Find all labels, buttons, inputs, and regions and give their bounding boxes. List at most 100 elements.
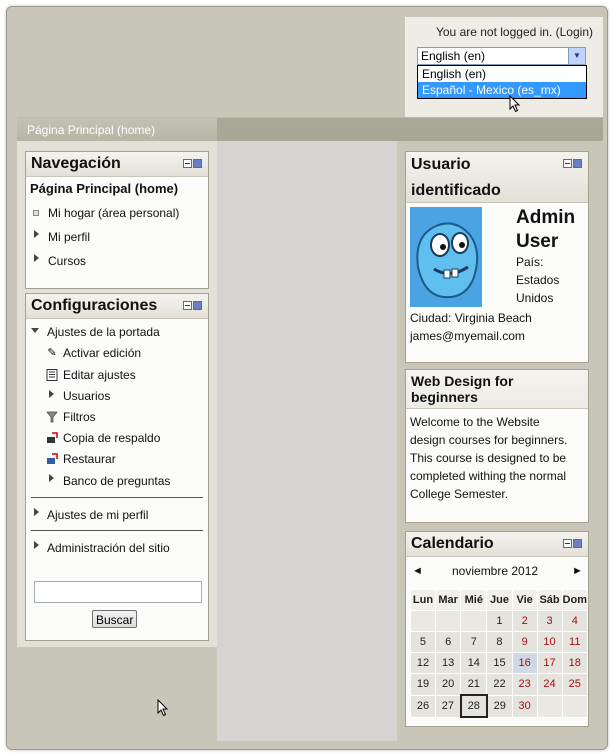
navbar: Página Principal (home) xyxy=(17,117,603,142)
block-controls-icon[interactable] xyxy=(563,159,583,168)
expand-arrow-icon[interactable] xyxy=(34,541,39,549)
search-button[interactable]: Buscar xyxy=(92,610,138,628)
calendar-day-cell[interactable]: 16 xyxy=(511,652,538,674)
nav-item-courses[interactable]: Cursos xyxy=(48,254,86,268)
user-country-line1: Estados xyxy=(516,273,560,287)
language-select-value: English (en) xyxy=(421,49,486,63)
calendar-day-cell[interactable]: 13 xyxy=(434,652,462,674)
divider xyxy=(31,530,203,531)
expand-arrow-icon[interactable] xyxy=(49,474,54,482)
calendar-day-cell[interactable]: 5 xyxy=(410,631,436,653)
nav-item-my-profile[interactable]: Mi perfil xyxy=(48,230,90,244)
calendar-day-cell[interactable]: 11 xyxy=(561,631,589,653)
settings-block: Configuraciones Ajustes de la portada ✎ … xyxy=(25,293,209,641)
calendar-week-row: 1234 xyxy=(410,610,589,632)
user-name-line2[interactable]: User xyxy=(516,231,558,253)
calendar-day-cell[interactable]: 23 xyxy=(511,673,538,696)
nav-item-my-home[interactable]: Mi hogar (área personal) xyxy=(48,206,179,220)
user-block-header: Usuario identificado xyxy=(406,152,588,203)
block-controls-icon[interactable] xyxy=(563,539,583,548)
calendar-day-cell[interactable]: 8 xyxy=(486,631,513,653)
calendar-week-row: 5 6 7 8 9 10 11 xyxy=(410,631,589,653)
settings-item-backup[interactable]: Copia de respaldo xyxy=(63,431,160,445)
calendar-prev-month-icon[interactable]: ◄ xyxy=(412,565,423,577)
bullet-icon xyxy=(33,210,39,216)
calendar-day-cell[interactable]: 25 xyxy=(561,673,589,696)
language-select[interactable]: English (en) ▼ xyxy=(417,47,586,65)
calendar-day-header: Lun xyxy=(410,589,436,611)
user-block: Usuario identificado Admin User País: Es… xyxy=(405,151,589,363)
calendar-day-cell[interactable]: 4 xyxy=(561,610,589,632)
calendar-day-cell[interactable]: 19 xyxy=(410,673,436,696)
calendar-day-cell[interactable]: 10 xyxy=(536,631,563,653)
settings-item-restore[interactable]: Restaurar xyxy=(63,452,116,466)
calendar-day-cell[interactable]: 28 xyxy=(459,694,488,718)
settings-item-enable-editing[interactable]: Activar edición xyxy=(63,346,141,360)
expand-arrow-icon[interactable] xyxy=(34,230,39,238)
calendar-day-cell[interactable]: 17 xyxy=(536,652,563,674)
course-title-line1[interactable]: Web Design for xyxy=(411,373,513,389)
calendar-title: Calendario xyxy=(411,535,494,552)
expand-arrow-icon[interactable] xyxy=(34,508,39,516)
calendar-day-header: Vie xyxy=(511,589,538,611)
settings-block-body: Ajustes de la portada ✎ Activar edición … xyxy=(26,319,208,640)
navigation-block: Navegación Página Principal (home) Mi ho… xyxy=(25,151,209,289)
breadcrumb-home[interactable]: Página Principal (home) xyxy=(17,118,217,142)
user-avatar[interactable] xyxy=(410,207,482,307)
calendar-day-cell[interactable]: 6 xyxy=(434,631,462,653)
login-status-text[interactable]: You are not logged in. (Login) xyxy=(436,25,593,39)
calendar-day-cell[interactable]: 2 xyxy=(511,610,538,632)
calendar-day-cell[interactable]: 3 xyxy=(536,610,563,632)
language-option-es-mx[interactable]: Español - Mexico (es_mx) xyxy=(418,82,586,98)
navigation-title: Navegación xyxy=(31,155,121,172)
calendar-day-cell[interactable]: 12 xyxy=(410,652,436,674)
block-controls-icon[interactable] xyxy=(183,301,203,310)
calendar-month-label[interactable]: noviembre 2012 xyxy=(452,564,538,578)
calendar-day-cell[interactable]: 9 xyxy=(511,631,538,653)
settings-item-users[interactable]: Usuarios xyxy=(63,389,110,403)
collapse-arrow-icon[interactable] xyxy=(31,328,39,333)
course-desc-line: completed withing the normal xyxy=(410,469,567,483)
user-name-line1[interactable]: Admin xyxy=(516,207,575,229)
calendar-day-cell[interactable]: 14 xyxy=(460,652,488,674)
calendar-day-cell[interactable]: 26 xyxy=(410,694,436,718)
expand-arrow-icon[interactable] xyxy=(34,254,39,262)
course-title-line2[interactable]: beginners xyxy=(411,389,478,405)
nav-home-link[interactable]: Página Principal (home) xyxy=(30,181,178,196)
expand-arrow-icon[interactable] xyxy=(49,390,54,398)
calendar-day-cell[interactable]: 21 xyxy=(460,673,488,696)
admin-search-input[interactable] xyxy=(34,581,202,603)
calendar-day-cell[interactable]: 18 xyxy=(561,652,589,674)
calendar-day-cell[interactable]: 30 xyxy=(511,694,538,718)
calendar-day-cell[interactable]: 20 xyxy=(434,673,462,696)
chevron-down-icon[interactable]: ▼ xyxy=(568,48,585,64)
calendar-day-cell[interactable]: 29 xyxy=(486,694,513,718)
user-country-line2: Unidos xyxy=(516,291,554,305)
calendar-day-cell[interactable]: 24 xyxy=(536,673,563,696)
settings-list-icon xyxy=(46,369,58,381)
settings-section-front-page[interactable]: Ajustes de la portada xyxy=(47,325,160,339)
calendar-next-month-icon[interactable]: ► xyxy=(572,565,583,577)
calendar-day-cell[interactable]: 27 xyxy=(434,694,462,718)
left-footer-area xyxy=(17,647,217,741)
settings-item-edit-settings[interactable]: Editar ajustes xyxy=(63,368,136,382)
settings-item-my-profile-settings[interactable]: Ajustes de mi perfil xyxy=(47,508,148,522)
calendar-empty-cell xyxy=(460,610,488,632)
settings-block-header: Configuraciones xyxy=(26,294,208,319)
calendar-day-cell[interactable]: 22 xyxy=(486,673,513,696)
course-desc-line: College Semester. xyxy=(410,487,509,501)
calendar-day-cell[interactable]: 15 xyxy=(486,652,513,674)
settings-title: Configuraciones xyxy=(31,297,158,314)
settings-item-filters[interactable]: Filtros xyxy=(63,410,96,424)
calendar-empty-cell xyxy=(561,694,589,718)
user-block-title-line2: identificado xyxy=(411,182,501,199)
backup-icon xyxy=(47,432,58,443)
block-controls-icon[interactable] xyxy=(183,159,203,168)
settings-item-site-admin[interactable]: Administración del sitio xyxy=(47,541,170,555)
calendar-block: Calendario ◄ noviembre 2012 ► Lun Mar Mié J… xyxy=(405,531,589,727)
course-desc-line: Welcome to the Website xyxy=(410,415,540,429)
language-option-en[interactable]: English (en) xyxy=(418,66,586,82)
calendar-day-cell[interactable]: 1 xyxy=(486,610,513,632)
settings-item-question-bank[interactable]: Banco de preguntas xyxy=(63,474,170,488)
calendar-day-cell[interactable]: 7 xyxy=(460,631,488,653)
